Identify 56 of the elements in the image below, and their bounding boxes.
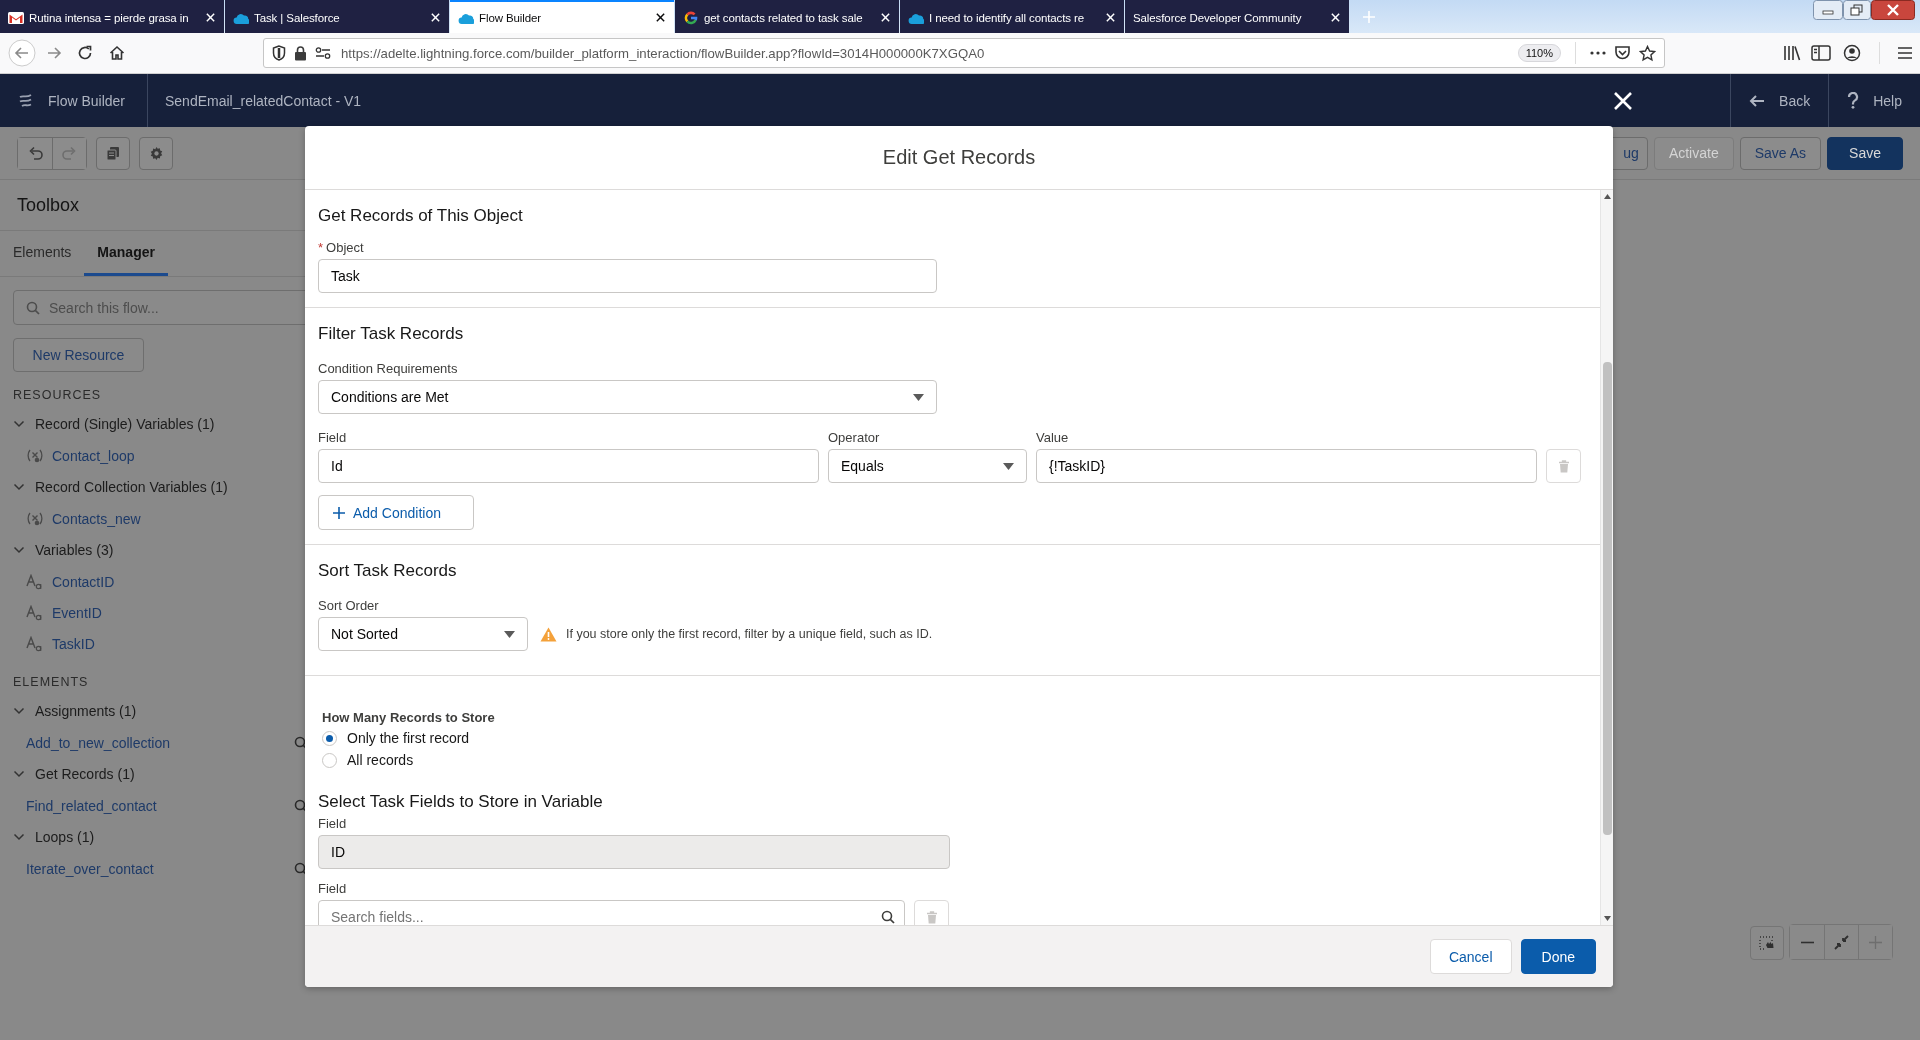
group-label: Get Records (1) [35,766,135,782]
radio-label: Only the first record [347,730,470,746]
operator-select[interactable]: Equals [828,449,1027,483]
warning-text: If you store only the first record, filter by a unique field, such as ID. [566,627,933,641]
help-button[interactable]: Help [1828,74,1920,127]
browser-tab[interactable]: Task | Salesforce [225,0,449,33]
tab-title: Task | Salesforce [254,11,341,24]
section-heading: Filter Task Records [318,323,465,345]
condition-requirements-select[interactable]: Conditions are Met [318,380,937,414]
group-label: Assignments (1) [35,703,137,719]
app-name: Flow Builder [48,92,126,109]
group-label: Record (Single) Variables (1) [35,416,215,432]
browser-tab[interactable]: Salesforce Developer Community [1125,0,1349,33]
tab-title: I need to identify all contacts re [929,11,1086,24]
search-field[interactable]: Search fields... [318,900,905,925]
browser-tab[interactable]: Rutina intensa = pierde grasa in [0,0,224,33]
url-text: https://adelte.lightning.force.com/builder_platform_interaction/flowBuilder.app?flowId=3014H000000K7XGQA0 [341,45,985,61]
field-input[interactable]: Id [318,449,819,483]
zoom-level[interactable]: 110% [1517,44,1561,62]
browser-tab[interactable]: I need to identify all contacts re [900,0,1124,33]
back-button[interactable]: Back [1730,74,1829,127]
tab-title: Salesforce Developer Community [1133,11,1303,24]
radio-label: All records [347,752,414,768]
field-label: Field [318,880,348,898]
address-bar[interactable]: https://adelte.lightning.force.com/builder_platform_interaction/flowBuilder.app?flowId=3014H000000K7XGQA0 110% [263,38,1665,68]
section-heading: Sort Task Records [318,560,458,582]
done-button[interactable]: Done [1520,939,1596,974]
group-label: Loops (1) [35,829,95,845]
group-label: How Many Records to Store [322,709,496,727]
tab-title: Rutina intensa = pierde grasa in [29,11,190,24]
cancel-button[interactable]: Cancel [1429,939,1512,974]
group-label: Record Collection Variables (1) [35,479,228,495]
panel-tab[interactable]: Manager [84,231,168,276]
dialog-title: Edit Get Records [882,146,1036,169]
group-label: Variables (3) [35,542,114,558]
browser-tab[interactable]: Flow Builder [450,0,674,33]
section-heading: ELEMENTS [13,675,90,689]
value-input[interactable]: {!TaskID} [1036,449,1537,483]
tab-title: get contacts related to task sale [704,11,864,24]
field-label: Operator [828,429,881,447]
panel-tab[interactable]: Elements [0,231,85,276]
browser-tab[interactable]: get contacts related to task sale [675,0,899,33]
field-label: Field [318,429,348,447]
required-mark: * [318,239,324,257]
tab-title: Flow Builder [479,11,543,24]
field-label: Sort Order [318,597,380,615]
field-label: Condition Requirements [318,360,459,378]
add-condition-button[interactable]: Add Condition [318,495,474,530]
flow-name: SendEmail_relatedContact - V1 [165,92,362,109]
save-button[interactable]: Save [1827,136,1903,170]
object-field[interactable]: Task [318,259,937,293]
section-heading: Select Task Fields to Store in Variable [318,791,604,813]
sort-order-select[interactable]: Not Sorted [318,617,528,651]
field-label: Object [326,239,364,257]
field-label: Field [318,815,348,833]
field-label: Value [1036,429,1070,447]
